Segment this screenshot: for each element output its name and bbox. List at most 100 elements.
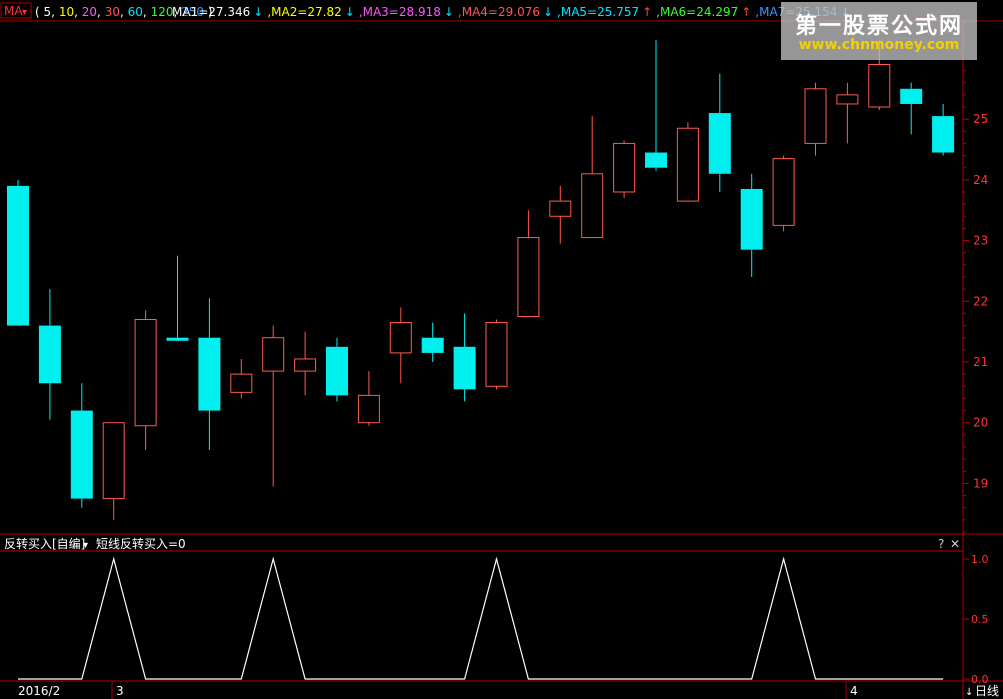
candle [294, 331, 317, 396]
candle [453, 313, 476, 402]
sub-panel-header: 反转买入[自编] ▾ 短线反转买入=0 ? ✕ [4, 536, 960, 551]
candle-body [230, 373, 253, 393]
arrow-down-icon[interactable]: ↓ [965, 687, 973, 698]
candle-body [357, 394, 380, 424]
candle [230, 358, 253, 399]
candle-body [38, 325, 61, 384]
candle [740, 173, 763, 277]
candle-body [517, 237, 540, 317]
candle [645, 40, 667, 171]
candle [389, 307, 412, 384]
signal-peak [272, 558, 275, 560]
arrow-down-icon: ↓ [444, 5, 454, 19]
candle-body [613, 142, 636, 193]
param-1: 5 [44, 5, 52, 19]
date-label-2016-2: 2016/2 [18, 684, 60, 698]
candle [357, 371, 380, 426]
candle-body [326, 346, 348, 396]
price-tick-label: 21 [973, 355, 988, 369]
sub-panel-title[interactable]: 反转买入[自编] [4, 536, 85, 551]
stock-chart-window: MA ▾ ( 5, 10, 20, 30, 60, 120, 250 ) MA1… [0, 0, 1003, 699]
candle-body [676, 127, 699, 202]
candle-body [70, 410, 93, 499]
candle [70, 383, 93, 508]
price-tick-label: 19 [973, 476, 988, 490]
watermark: 第一股票公式网 www.chnmoney.com [781, 2, 977, 60]
signal-peak [782, 558, 785, 560]
chart-canvas[interactable]: MA ▾ ( 5, 10, 20, 30, 60, 120, 250 ) MA1… [0, 0, 1003, 699]
candle-body [708, 113, 731, 174]
param-4: 30 [105, 5, 120, 19]
candle-body [102, 422, 125, 500]
candle [134, 310, 157, 451]
candle-body [740, 188, 763, 250]
param-sep: , [120, 5, 124, 19]
candle-body [485, 322, 508, 387]
arrow-down-icon: ↓ [345, 5, 355, 19]
candle-body [900, 88, 923, 104]
param-6: 120 [151, 5, 174, 19]
candle [613, 140, 636, 199]
param-sep: , [51, 5, 55, 19]
candle [676, 122, 699, 202]
candle-body [134, 319, 157, 427]
candle-body [549, 200, 572, 217]
price-tick-label: 25 [973, 112, 988, 126]
candle-body [389, 322, 412, 354]
candle-body [836, 94, 859, 105]
ma-values: MA1=27.346 ↓ ,MA2=27.82 ↓ ,MA3=28.918 ↓ ,MA4=2… [172, 5, 850, 19]
arrow-up-icon: ↑ [642, 5, 652, 19]
candle-body [294, 358, 317, 372]
close-icon[interactable]: ✕ [950, 537, 960, 551]
candle [166, 255, 189, 341]
price-tick-label: 22 [973, 294, 988, 308]
ma-value-4: ,MA4=29.076 [458, 5, 540, 19]
arrow-up-icon: ↑ [741, 5, 751, 19]
date-axis: 2016/2 3 4 ↓ 日线 [18, 682, 999, 699]
candle-body [645, 152, 667, 168]
watermark-title: 第一股票公式网 [794, 14, 963, 39]
sub-panel-formula: 短线反转买入=0 [96, 536, 186, 551]
candle-body [7, 185, 29, 326]
candle [102, 422, 125, 520]
signal-series [18, 556, 944, 680]
help-icon[interactable]: ? [938, 537, 944, 551]
ma-selector[interactable]: MA [4, 4, 23, 18]
indicator-bar: MA ▾ ( 5, 10, 20, 30, 60, 120, 250 ) MA1… [0, 2, 850, 19]
param-sep: , [143, 5, 147, 19]
candle-body [166, 337, 189, 341]
candle-body [453, 346, 476, 390]
period-selector[interactable]: 日线 [975, 684, 999, 698]
candle-body [581, 173, 604, 239]
candle [326, 337, 348, 402]
candle [517, 210, 540, 317]
signal-peak [495, 558, 498, 560]
price-axis: 19 20 21 22 23 24 25 [963, 21, 988, 533]
signal-tick-label: 1.0 [971, 553, 989, 566]
candle [549, 185, 572, 244]
candle-body [804, 88, 827, 144]
candle-body [198, 337, 221, 411]
candle [836, 82, 859, 144]
candle-body [932, 116, 955, 153]
candle [932, 103, 955, 156]
candle [7, 179, 29, 326]
candle [804, 82, 827, 156]
candle [772, 155, 795, 232]
ma-value-6: ,MA6=24.297 [656, 5, 738, 19]
price-tick-label: 20 [973, 416, 988, 430]
sub-panel-dropdown-icon[interactable]: ▾ [83, 540, 88, 551]
candle-body [421, 337, 444, 353]
param-sep: , [97, 5, 101, 19]
candle-body [262, 337, 285, 372]
ma-value-5: ,MA5=25.757 [557, 5, 639, 19]
param-5: 60 [128, 5, 143, 19]
date-label-4: 4 [850, 684, 858, 698]
candle [262, 325, 285, 487]
candle [900, 82, 923, 135]
candle-body [868, 64, 891, 108]
ma-selector-dropdown-icon[interactable]: ▾ [22, 7, 27, 18]
ma-value-1: MA1=27.346 [172, 5, 250, 19]
watermark-url: www.chnmoney.com [798, 37, 960, 53]
candlestick-series [7, 40, 955, 520]
